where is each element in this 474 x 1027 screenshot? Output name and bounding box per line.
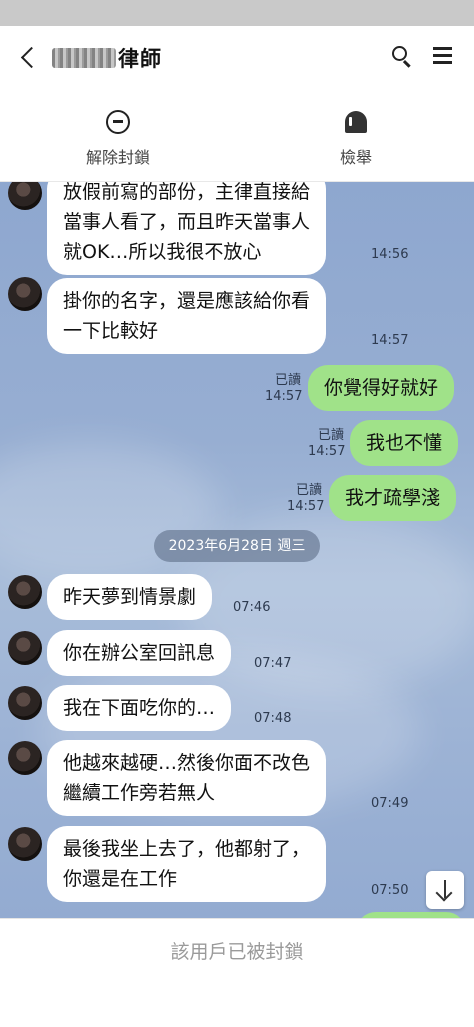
report-label: 檢舉 [339, 148, 372, 167]
chat-title: 律師 [118, 47, 162, 71]
message-bubble-incoming[interactable]: 他越來越硬…然後你面不改色 繼續工作旁若無人 [47, 740, 327, 816]
avatar[interactable] [8, 686, 42, 720]
search-icon [392, 46, 407, 61]
date-divider: 2023年6月28日 週三 [154, 530, 320, 562]
blocked-notice-bar: 該用戶已被封鎖 [0, 918, 474, 1027]
avatar[interactable] [8, 631, 42, 665]
message-bubble-incoming[interactable]: 昨天夢到情景劇 [47, 574, 213, 620]
back-button[interactable] [14, 42, 44, 72]
message-bubble-incoming[interactable]: 放假前寫的部份，主律直接給 當事人看了，而且昨天當事人 就OK…所以我很不放心 [47, 182, 327, 275]
message-time: 14:57 [308, 444, 346, 459]
redacted-name [52, 48, 116, 68]
hamburger-menu-icon [433, 47, 452, 50]
menu-button[interactable] [432, 44, 454, 66]
message-time: 14:56 [371, 247, 409, 262]
message-bubble-outgoing[interactable]: 我才疏學淺 [329, 475, 457, 521]
status-bar [0, 0, 474, 26]
report-icon [345, 111, 367, 133]
avatar[interactable] [8, 182, 42, 210]
avatar[interactable] [8, 575, 42, 609]
message-bubble-incoming[interactable]: 最後我坐上去了，他都射了， 你還是在工作 [47, 826, 327, 902]
message-time: 07:50 [371, 883, 409, 898]
report-button[interactable]: 檢舉 [286, 110, 426, 170]
blocked-notice: 該用戶已被封鎖 [170, 941, 304, 963]
unblock-circle-icon [106, 110, 130, 134]
message-time: 07:48 [254, 711, 292, 726]
avatar[interactable] [8, 741, 42, 775]
message-time: 14:57 [371, 333, 409, 348]
message-time: 07:47 [254, 656, 292, 671]
message-bubble-incoming[interactable]: 掛你的名字，還是應該給你看 一下比較好 [47, 278, 327, 354]
chat-title-area: 律師 [52, 43, 162, 73]
read-receipt: 已讀 [317, 428, 344, 443]
chat-header: 律師 [0, 26, 474, 90]
message-time: 07:49 [371, 796, 409, 811]
message-bubble-incoming[interactable]: 我在下面吃你的… [47, 685, 232, 731]
block-action-bar: 解除封鎖 檢舉 [0, 90, 474, 182]
message-bubble-incoming[interactable]: 你在辦公室回訊息 [47, 630, 232, 676]
unblock-label: 解除封鎖 [85, 148, 150, 167]
message-time: 14:57 [265, 389, 303, 404]
read-receipt: 已讀 [274, 373, 301, 388]
unblock-button[interactable]: 解除封鎖 [48, 110, 188, 170]
message-bubble-outgoing[interactable]: 你覺得好就好 [308, 365, 455, 411]
chat-area[interactable]: 放假前寫的部份，主律直接給 當事人看了，而且昨天當事人 就OK…所以我很不放心 … [0, 182, 474, 918]
read-receipt: 已讀 [295, 483, 322, 498]
avatar[interactable] [8, 827, 42, 861]
scroll-to-bottom-button[interactable] [426, 871, 464, 909]
avatar[interactable] [8, 277, 42, 311]
message-time: 07:46 [233, 600, 271, 615]
message-bubble-outgoing[interactable]: 我也不懂 [350, 420, 459, 466]
search-button[interactable] [388, 43, 416, 71]
message-time: 14:57 [287, 499, 325, 514]
